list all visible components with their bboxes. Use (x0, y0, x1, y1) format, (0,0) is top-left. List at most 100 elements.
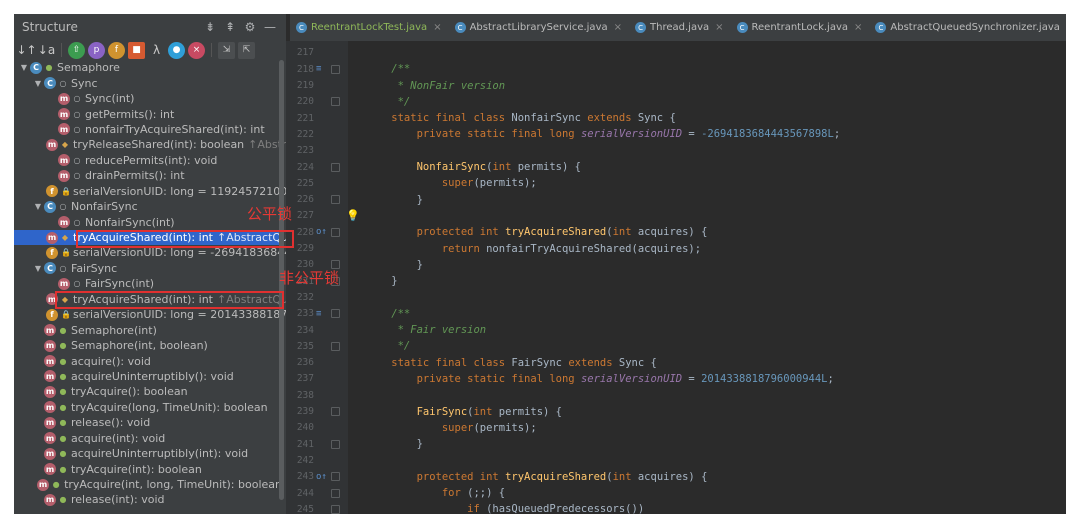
fold-marker-icon[interactable] (331, 504, 340, 514)
fold-marker-icon[interactable] (331, 309, 340, 319)
autoscroll-from-source-icon[interactable]: ⇱ (238, 41, 255, 59)
structure-item[interactable]: m ● tryAcquire(): boolean (14, 384, 282, 399)
code-line[interactable]: 235 */ (286, 338, 1066, 354)
code-line[interactable]: 226 } (286, 192, 1066, 208)
structure-item[interactable]: m ● Semaphore(int) (14, 322, 282, 337)
code-line[interactable]: 229 return nonfairTryAcquireShared(acqui… (286, 240, 1066, 256)
fold-marker-icon[interactable] (331, 195, 340, 205)
expand-arrow-icon[interactable]: ▼ (32, 264, 44, 273)
structure-item[interactable]: m ○ NonfairSync(int) (14, 214, 282, 229)
structure-item[interactable]: m◆tryReleaseShared(int): boolean↑Abstra (14, 137, 286, 152)
code-line[interactable]: 230 } (286, 257, 1066, 273)
code-line[interactable]: 231 } (286, 273, 1066, 289)
structure-item[interactable]: m ● tryAcquire(int, long, TimeUnit): boole… (14, 477, 282, 492)
fold-marker-icon[interactable] (331, 97, 340, 107)
editor-tab[interactable]: C AbstractLibraryService.java × (449, 14, 629, 41)
structure-item[interactable]: m ● acquire(): void (14, 353, 282, 368)
show-lambdas-icon[interactable]: λ (148, 42, 165, 59)
fold-marker-icon[interactable] (331, 439, 340, 449)
structure-item[interactable]: m ● Semaphore(int, boolean) (14, 338, 282, 353)
code-line[interactable]: 233 ≡ /** (286, 306, 1066, 322)
editor-tab[interactable]: CAbstractQueuedSynchronizer.java× (869, 14, 1066, 41)
code-line[interactable]: 225 super(permits); (286, 175, 1066, 191)
collapse-all-icon[interactable]: ⇞ (220, 20, 240, 34)
code-line[interactable]: 224 NonfairSync(int permits) { (286, 159, 1066, 175)
override-marker-icon[interactable]: o↑ (316, 472, 327, 482)
structure-item[interactable]: m ● acquire(int): void (14, 431, 282, 446)
override-marker-icon[interactable]: o↑ (316, 227, 327, 237)
editor-tab[interactable]: C ReentrantLock.java × (731, 14, 870, 41)
close-tab-icon[interactable]: × (614, 22, 622, 33)
structure-item[interactable]: m ● tryAcquire(int): boolean (14, 461, 282, 476)
structure-item[interactable]: ▼ C ● Semaphore (14, 60, 282, 75)
code-line[interactable]: 218 ≡ /** (286, 61, 1066, 77)
doc-comment-icon[interactable]: ≡ (316, 309, 321, 319)
code-line[interactable]: 228 o↑ protected int tryAcquireShared(int… (286, 224, 1066, 240)
show-inherited-icon[interactable]: ⇧ (68, 41, 85, 59)
structure-item[interactable]: f 🔒 serialVersionUID: long = 201433881879 (14, 307, 286, 322)
structure-item[interactable]: m ○ Sync(int) (14, 91, 282, 106)
expand-arrow-icon[interactable]: ▼ (18, 63, 30, 72)
code-line[interactable]: 240 super(permits); (286, 420, 1066, 436)
code-line[interactable]: 219 * NonFair version (286, 77, 1066, 93)
code-line[interactable]: 241 } (286, 436, 1066, 452)
fold-marker-icon[interactable] (331, 488, 340, 498)
structure-item[interactable]: m ● tryAcquire(long, TimeUnit): boolean (14, 400, 282, 415)
show-properties-icon[interactable]: p (88, 41, 105, 59)
code-line[interactable]: 234 * Fair version (286, 322, 1066, 338)
code-editor[interactable]: 217 218 ≡ /** 219 * NonFair version 220 */ 22… (286, 41, 1066, 514)
close-tab-icon[interactable]: × (433, 22, 441, 33)
expand-arrow-icon[interactable]: ▼ (32, 79, 44, 88)
code-line[interactable]: 245 if (hasQueuedPredecessors()) (286, 501, 1066, 514)
intention-bulb-icon[interactable]: 💡 (346, 209, 360, 222)
code-line[interactable]: 232 (286, 289, 1066, 305)
editor-tab[interactable]: C ReentrantLockTest.java × (290, 14, 449, 41)
structure-item[interactable]: m ○ nonfairTryAcquireShared(int): int (14, 122, 282, 137)
code-line[interactable]: 242 (286, 452, 1066, 468)
structure-item[interactable]: m ○ reducePermits(int): void (14, 153, 282, 168)
structure-item[interactable]: ▼ C ○ Sync (14, 75, 282, 90)
gear-icon[interactable]: ⚙ (240, 20, 260, 34)
code-line[interactable]: 223 (286, 143, 1066, 159)
expand-arrow-icon[interactable]: ▼ (32, 202, 44, 211)
code-line[interactable]: 236 static final class FairSync extends … (286, 355, 1066, 371)
code-line[interactable]: 217 (286, 45, 1066, 61)
structure-item[interactable]: m ○ getPermits(): int (14, 106, 282, 121)
show-anonymous-icon[interactable]: ● (168, 41, 185, 59)
code-line[interactable]: 222 private static final long serialVers… (286, 126, 1066, 142)
code-line[interactable]: 243 o↑ protected int tryAcquireShared(int… (286, 469, 1066, 485)
fold-marker-icon[interactable] (331, 227, 340, 237)
code-line[interactable]: 238 (286, 387, 1066, 403)
structure-item[interactable]: ▼ C ○ FairSync (14, 261, 282, 276)
structure-item[interactable]: m ○ FairSync(int) (14, 276, 282, 291)
show-non-public-icon[interactable]: ■ (128, 41, 145, 59)
show-fields-icon[interactable]: f (108, 41, 125, 59)
structure-item[interactable]: m ● acquireUninterruptibly(): void (14, 369, 282, 384)
autoscroll-to-source-icon[interactable]: ⇲ (218, 41, 235, 59)
structure-item[interactable]: m ● acquireUninterruptibly(int): void (14, 446, 282, 461)
fold-marker-icon[interactable] (331, 341, 340, 351)
sort-visibility-icon[interactable]: ↓↑ (16, 42, 36, 59)
close-tab-icon[interactable]: × (854, 22, 862, 33)
expand-all-icon[interactable]: ⇟ (200, 20, 220, 34)
code-line[interactable]: 220 */ (286, 94, 1066, 110)
code-line[interactable]: 237 private static final long serialVers… (286, 371, 1066, 387)
code-line[interactable]: 227 💡 (286, 208, 1066, 224)
structure-item[interactable]: m ○ drainPermits(): int (14, 168, 282, 183)
show-inherited-interfaces-icon[interactable]: × (188, 41, 205, 59)
fold-marker-icon[interactable] (331, 407, 340, 417)
structure-item[interactable]: f 🔒 serialVersionUID: long = 119245721009 (14, 184, 286, 199)
code-line[interactable]: 244 for (;;) { (286, 485, 1066, 501)
structure-item[interactable]: m ● release(): void (14, 415, 282, 430)
fold-marker-icon[interactable] (331, 162, 340, 172)
structure-item[interactable]: ▼ C ○ NonfairSync (14, 199, 282, 214)
code-line[interactable]: 239 FairSync(int permits) { (286, 403, 1066, 419)
close-tab-icon[interactable]: × (715, 22, 723, 33)
fold-marker-icon[interactable] (331, 64, 340, 74)
fold-marker-icon[interactable] (331, 472, 340, 482)
editor-tab[interactable]: C Thread.java × (629, 14, 731, 41)
doc-comment-icon[interactable]: ≡ (316, 64, 321, 74)
sort-alpha-icon[interactable]: ↓a (38, 42, 55, 59)
structure-item[interactable]: m ● release(int): void (14, 492, 282, 507)
minimize-icon[interactable]: — (260, 20, 280, 34)
